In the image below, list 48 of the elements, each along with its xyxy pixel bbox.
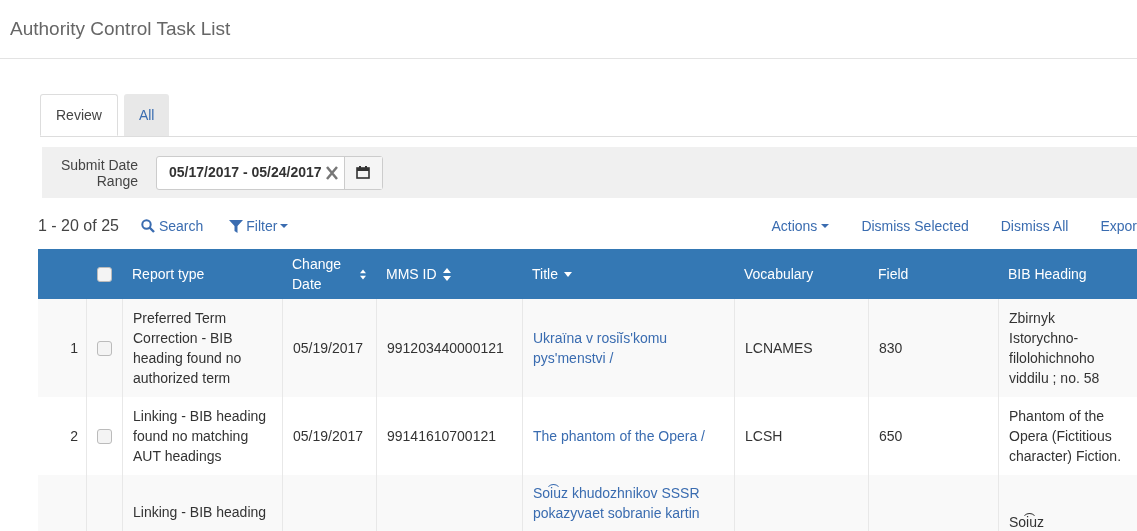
tab[interactable]: All — [123, 94, 170, 136]
column-header[interactable]: Field — [878, 264, 909, 284]
row-number: 1 — [70, 339, 78, 358]
column-header[interactable]: Change Date — [292, 254, 354, 294]
table-cell-text: Preferred Term Correction - BIB heading found no authorized term — [133, 309, 243, 388]
table-cell-text: 830 — [879, 339, 903, 358]
caret-icon — [821, 224, 830, 228]
table-cell-text: Zbirnyk Istorychno-filolohichnoho viddilu ; no. 58 — [1009, 309, 1101, 388]
checkbox[interactable] — [96, 266, 112, 282]
table-cell-text: 05/19/2017 — [293, 339, 364, 358]
checkbox[interactable] — [97, 340, 112, 356]
column-header[interactable]: BIB Heading — [1008, 264, 1087, 284]
column-header[interactable]: Report type — [132, 264, 205, 284]
row-number: 2 — [70, 427, 78, 446]
calendar-icon — [356, 166, 371, 179]
table-cell-text: 05/19/2017 — [293, 427, 364, 446]
column-header[interactable]: Vocabulary — [744, 264, 814, 284]
filter-dropdown[interactable]: Filter — [229, 215, 289, 237]
result-count: 1 - 20 of 25 — [38, 216, 119, 236]
table-cell-text: Linking - BIB heading — [133, 503, 267, 522]
title-link[interactable]: Ukraïna v rosiĭs'komu pys'menstvi / — [533, 328, 724, 368]
toolbar-link[interactable]: Dismiss Selected — [861, 215, 969, 237]
search-link[interactable]: Search — [140, 215, 204, 237]
table-cell: Soi͡uz — [1009, 512, 1045, 531]
table-cell-text: LCSH — [745, 427, 783, 446]
actions-dropdown[interactable]: Actions — [771, 215, 830, 237]
funnel-icon — [229, 219, 244, 233]
column-header[interactable]: MMS ID — [386, 264, 437, 284]
date-range-field[interactable]: 05/17/2017 - 05/24/2017 — [156, 155, 383, 190]
toolbar-link[interactable]: Dismiss All — [1000, 215, 1069, 237]
table-cell-text: 991203440000121 — [387, 339, 504, 358]
table-cell-text: Linking - BIB heading found no matching AUT headings — [133, 407, 268, 466]
title-link[interactable]: Soi͡uz khudozhnikov SSSR pokazyvaet sobranie kartin — [533, 483, 724, 523]
tab[interactable]: Review — [40, 94, 118, 136]
table-cell-text: 99141610700121 — [387, 427, 496, 446]
checkbox[interactable] — [97, 428, 112, 444]
table-cell-text: 650 — [879, 427, 903, 446]
title-link[interactable]: The phantom of the Opera / — [533, 426, 705, 446]
calendar-button[interactable] — [343, 156, 382, 189]
page-title: Authority Control Task List — [10, 16, 231, 41]
toolbar-link[interactable]: Expor — [1100, 215, 1137, 237]
search-icon — [140, 219, 155, 233]
caret-icon — [280, 224, 289, 228]
table-cell-text: LCNAMES — [745, 339, 813, 358]
column-header[interactable]: Title — [532, 264, 558, 284]
clear-icon[interactable] — [325, 165, 338, 180]
table-cell-text: Phantom of the Opera (Fictitious character) Fiction. — [1009, 407, 1123, 466]
filter-label: Submit Date Range — [59, 156, 138, 189]
